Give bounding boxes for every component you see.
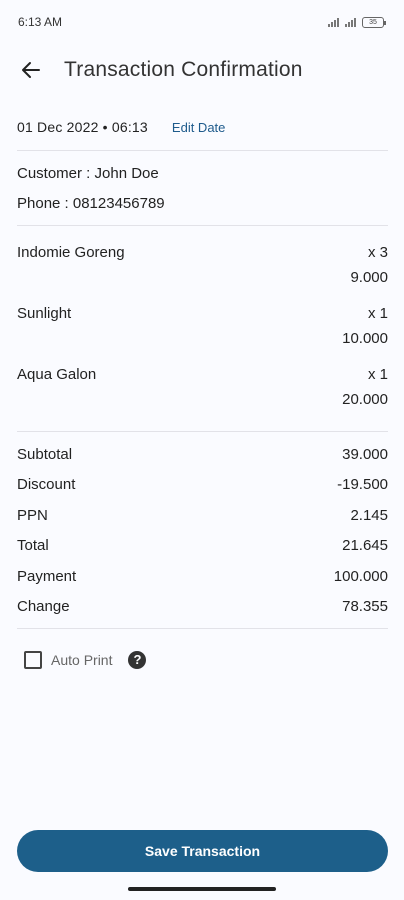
back-button[interactable] [16,55,46,85]
summary-label: PPN [17,506,48,524]
summary-label: Discount [17,476,76,494]
edit-date-link[interactable]: Edit Date [172,120,225,135]
summary: Subtotal 39.000 Discount -19.500 PPN 2.1… [17,432,388,628]
summary-value: 2.145 [350,506,388,524]
item-quantity: x 3 [367,244,388,261]
status-icons: 35 [328,16,386,28]
list-item: Sunlight x 1 10.000 [17,301,388,362]
save-transaction-button[interactable]: Save Transaction [17,830,388,872]
auto-print-row: Auto Print ? [24,651,388,670]
summary-row-ppn: PPN 2.145 [17,501,388,531]
transaction-content: 01 Dec 2022 • 06:13 Edit Date Customer :… [17,108,388,670]
status-time: 6:13 AM [18,15,63,29]
list-item: Indomie Goreng x 3 9.000 [17,240,388,301]
item-list: Indomie Goreng x 3 9.000 Sunlight x 1 10… [17,226,388,431]
arrow-left-icon [22,62,40,78]
summary-value: 39.000 [342,446,388,463]
customer-info: Customer : John Doe Phone : 08123456789 [17,151,388,225]
summary-label: Total [17,537,49,555]
summary-row-discount: Discount -19.500 [17,470,388,500]
summary-row-change: Change 78.355 [17,592,388,622]
signal-icon [328,17,339,27]
status-bar: 6:13 AM 35 [0,0,404,44]
home-indicator [128,887,276,891]
auto-print-label: Auto Print [51,652,113,669]
item-price: 9.000 [350,269,388,286]
item-price: 20.000 [342,391,388,408]
item-name: Aqua Galon [17,366,97,383]
app-bar: Transaction Confirmation [0,44,404,96]
list-item: Aqua Galon x 1 20.000 [17,362,388,423]
summary-value: -19.500 [337,476,388,494]
summary-label: Subtotal [17,446,73,463]
item-quantity: x 1 [367,305,388,322]
summary-row-payment: Payment 100.000 [17,562,388,592]
summary-value: 100.000 [333,567,388,585]
transaction-date: 01 Dec 2022 • 06:13 [17,119,148,135]
battery-icon: 35 [362,16,386,28]
customer-name: Customer : John Doe [17,165,159,182]
item-quantity: x 1 [367,366,388,383]
customer-phone: Phone : 08123456789 [17,195,165,212]
summary-label: Payment [17,567,77,585]
summary-value: 78.355 [342,597,388,615]
summary-label: Change [17,597,70,615]
summary-row-total: Total 21.645 [17,531,388,561]
summary-value: 21.645 [342,537,388,555]
divider [17,628,388,630]
item-name: Sunlight [17,305,72,322]
signal-icon-2 [345,17,356,27]
summary-row-subtotal: Subtotal 39.000 [17,440,388,470]
item-price: 10.000 [342,330,388,347]
auto-print-checkbox[interactable] [24,651,42,670]
date-row: 01 Dec 2022 • 06:13 Edit Date [17,108,388,146]
page-title: Transaction Confirmation [64,58,303,81]
question-circle-icon[interactable]: ? [128,651,147,670]
item-name: Indomie Goreng [17,244,125,261]
